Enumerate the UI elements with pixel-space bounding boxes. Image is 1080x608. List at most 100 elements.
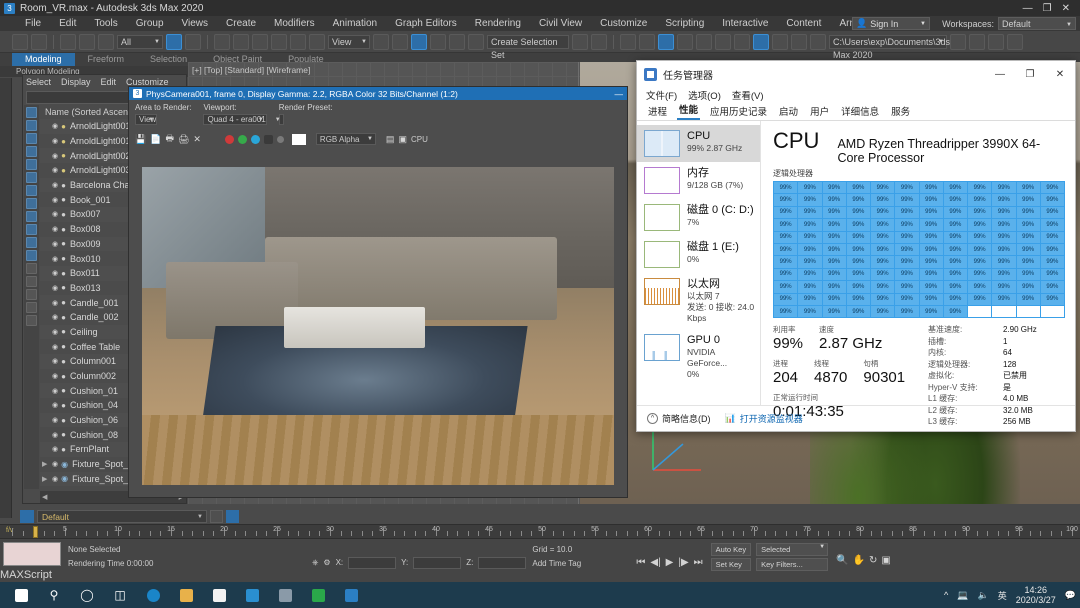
menu-item-file[interactable]: File [16, 16, 50, 31]
pan-icon[interactable]: ✋ [853, 555, 865, 566]
unlink-icon[interactable] [79, 33, 95, 50]
lock-selection-icon[interactable]: ⎈ [312, 558, 318, 568]
apps-icon[interactable] [270, 582, 300, 608]
render-window-options[interactable]: Area to Render: View ▼ Viewport: Quad 4 … [129, 100, 627, 132]
system-tray[interactable]: ^ 💻 🔈 英 14:26 2020/3/27 💬 [944, 585, 1076, 605]
menu-item-edit[interactable]: Edit [50, 16, 85, 31]
layer-properties-icon[interactable] [210, 509, 223, 523]
visibility-toggle-icon[interactable]: ◉ [52, 240, 58, 248]
viewport-navigation-controls[interactable]: 🔍 ✋ ↻ ▣ [828, 539, 891, 582]
visibility-toggle-icon[interactable]: ◉ [52, 181, 58, 189]
visibility-toggle-icon[interactable]: ◉ [52, 299, 58, 307]
left-tool-strip[interactable] [0, 78, 12, 518]
channel-select[interactable]: RGB Alpha ▼ [315, 133, 376, 145]
max-status-bar[interactable]: MAXScript Mi None Selected Rendering Tim… [0, 538, 1080, 593]
expand-arrow-icon[interactable]: ▶ [42, 475, 47, 483]
performance-item-gpu[interactable]: GPU 0 NVIDIA GeForce... 0% [637, 329, 760, 385]
task-manager-maximize-button[interactable]: ❐ [1015, 61, 1045, 87]
visibility-toggle-icon[interactable]: ◉ [52, 137, 58, 145]
menu-item-customize[interactable]: Customize [591, 16, 656, 31]
viewport-label-top[interactable]: [+] [Top] [Standard] [Wireframe] [192, 65, 310, 75]
visibility-toggle-icon[interactable]: ◉ [52, 166, 58, 174]
performance-item-disk[interactable]: 磁盘 0 (C: D:) 7% [637, 199, 760, 236]
taskmgr-tab[interactable]: 进程 [646, 104, 669, 120]
menu-item-tools[interactable]: Tools [85, 16, 126, 31]
taskmgr-menu-item[interactable]: 选项(O) [688, 88, 721, 102]
taskmgr-tab[interactable]: 详细信息 [839, 104, 881, 120]
search-icon[interactable]: ⚲ [39, 582, 69, 608]
max-close-button[interactable]: ✕ [1062, 3, 1070, 14]
menu-item-graph-editors[interactable]: Graph Editors [386, 16, 466, 31]
ribbon-tab-freeform[interactable]: Freeform [75, 53, 138, 66]
mail-icon[interactable] [237, 582, 267, 608]
schematic-view-icon[interactable] [677, 33, 693, 50]
visibility-toggle-icon[interactable]: ◉ [52, 313, 58, 321]
window-crossing-icon[interactable] [233, 33, 249, 50]
performance-item-mem[interactable]: 内存 9/128 GB (7%) [637, 162, 760, 199]
layer-select[interactable]: Default ▼ [37, 509, 207, 523]
taskmgr-menu-item[interactable]: 文件(F) [646, 88, 677, 102]
lights-filter-icon[interactable] [26, 133, 37, 144]
task-manager-window[interactable]: 任务管理器 — ❐ ✕ 文件(F) 选项(O) 查看(V) 进程 性能 应用历史记录 启动… [636, 60, 1076, 432]
visibility-toggle-icon[interactable]: ◉ [52, 445, 58, 453]
task-view-icon[interactable]: ◫ [105, 582, 135, 608]
auto-key-button[interactable]: Auto Key [710, 543, 752, 556]
scene-explorer-icon[interactable] [639, 33, 655, 50]
orbit-icon[interactable]: ↻ [869, 555, 877, 566]
network-icon[interactable]: 💻 [957, 590, 968, 601]
select-tool-icon[interactable] [26, 107, 37, 118]
task-manager-minimize-button[interactable]: — [985, 61, 1015, 87]
visibility-toggle-icon[interactable]: ◉ [52, 431, 58, 439]
taskmgr-menu-item[interactable]: 查看(V) [732, 88, 764, 102]
key-mode-controls[interactable]: Selected ▼ Key Filters... [751, 539, 829, 582]
visibility-toggle-icon[interactable]: ◉ [52, 152, 58, 160]
visibility-toggle-icon[interactable]: ◉ [52, 401, 58, 409]
menu-item-scripting[interactable]: Scripting [656, 16, 713, 31]
toggle-ui-icon[interactable]: ▤ [386, 134, 395, 145]
key-controls[interactable]: Auto Key Set Key [703, 539, 752, 582]
angle-snap-toggle-icon[interactable] [411, 33, 427, 50]
viewport-select[interactable]: Quad 4 - era001 ▼ [203, 114, 267, 125]
visibility-toggle-icon[interactable]: ◉ [52, 387, 58, 395]
set-key-button[interactable]: Set Key [710, 558, 752, 571]
performance-item-disk[interactable]: 磁盘 1 (E:) 0% [637, 236, 760, 273]
edge-browser-icon[interactable] [138, 582, 168, 608]
transform-type-in[interactable]: ⎈ ⚙ X: Y: Z: [312, 539, 527, 582]
windows-taskbar[interactable]: ⚲ ◯ ◫ ^ 💻 🔈 英 14:26 2020/3/27 💬 [0, 582, 1080, 608]
select-and-move-icon[interactable] [252, 33, 268, 50]
max-main-toolbar[interactable]: All ▼ View ▼ Create Selection Set C:\Use… [0, 31, 1080, 60]
key-filters-button[interactable]: Key Filters... [756, 558, 829, 571]
spacewarps-filter-icon[interactable] [26, 185, 37, 196]
export-icon[interactable] [1007, 33, 1023, 50]
performance-item-cpu[interactable]: CPU 99% 2.87 GHz [637, 125, 760, 162]
menu-item-animation[interactable]: Animation [324, 16, 386, 31]
track-bar[interactable]: f/v 5 10 15 20 25 30 35 40 45 50 55 60 65 70 75 80 85 90 9… [0, 524, 1080, 538]
menu-item-content[interactable]: Content [777, 16, 830, 31]
render-setup-icon[interactable] [715, 33, 731, 50]
visibility-toggle-icon[interactable]: ◉ [52, 269, 58, 277]
y-coordinate-input[interactable] [413, 556, 462, 569]
start-button-icon[interactable] [6, 582, 36, 608]
go-to-start-icon[interactable]: ⏮ [636, 557, 645, 568]
menu-item-rendering[interactable]: Rendering [466, 16, 530, 31]
maximize-viewport-icon[interactable]: ▣ [881, 555, 890, 566]
visibility-toggle-icon[interactable]: ◉ [52, 225, 58, 233]
menu-item-views[interactable]: Views [173, 16, 218, 31]
max-window-controls[interactable]: — ❐ ✕ [1023, 3, 1076, 14]
expand-arrow-icon[interactable]: ▶ [42, 460, 47, 468]
visibility-toggle-icon[interactable]: ◉ [52, 475, 58, 483]
alpha-channel-icon[interactable] [263, 134, 273, 144]
selection-filter-select[interactable]: All ▼ [117, 34, 163, 49]
layer-toolbar[interactable]: Default ▼ [0, 508, 330, 524]
zoom-icon[interactable]: 🔍 [836, 555, 848, 566]
task-manager-tab-bar[interactable]: 进程 性能 应用历史记录 启动 用户 详细信息 服务 [637, 103, 1075, 121]
ime-icon[interactable]: 英 [998, 589, 1007, 602]
menu-item-interactive[interactable]: Interactive [713, 16, 777, 31]
tray-expand-icon[interactable]: ^ [944, 590, 948, 600]
previous-frame-icon[interactable]: ◀| [650, 557, 660, 568]
3dsmax-taskbar-icon[interactable] [336, 582, 366, 608]
maxscript-listener[interactable]: MAXScript Mi [0, 539, 62, 593]
visibility-toggle-icon[interactable]: ◉ [52, 255, 58, 263]
select-object-icon[interactable] [166, 33, 182, 50]
volume-icon[interactable]: 🔈 [978, 590, 989, 601]
